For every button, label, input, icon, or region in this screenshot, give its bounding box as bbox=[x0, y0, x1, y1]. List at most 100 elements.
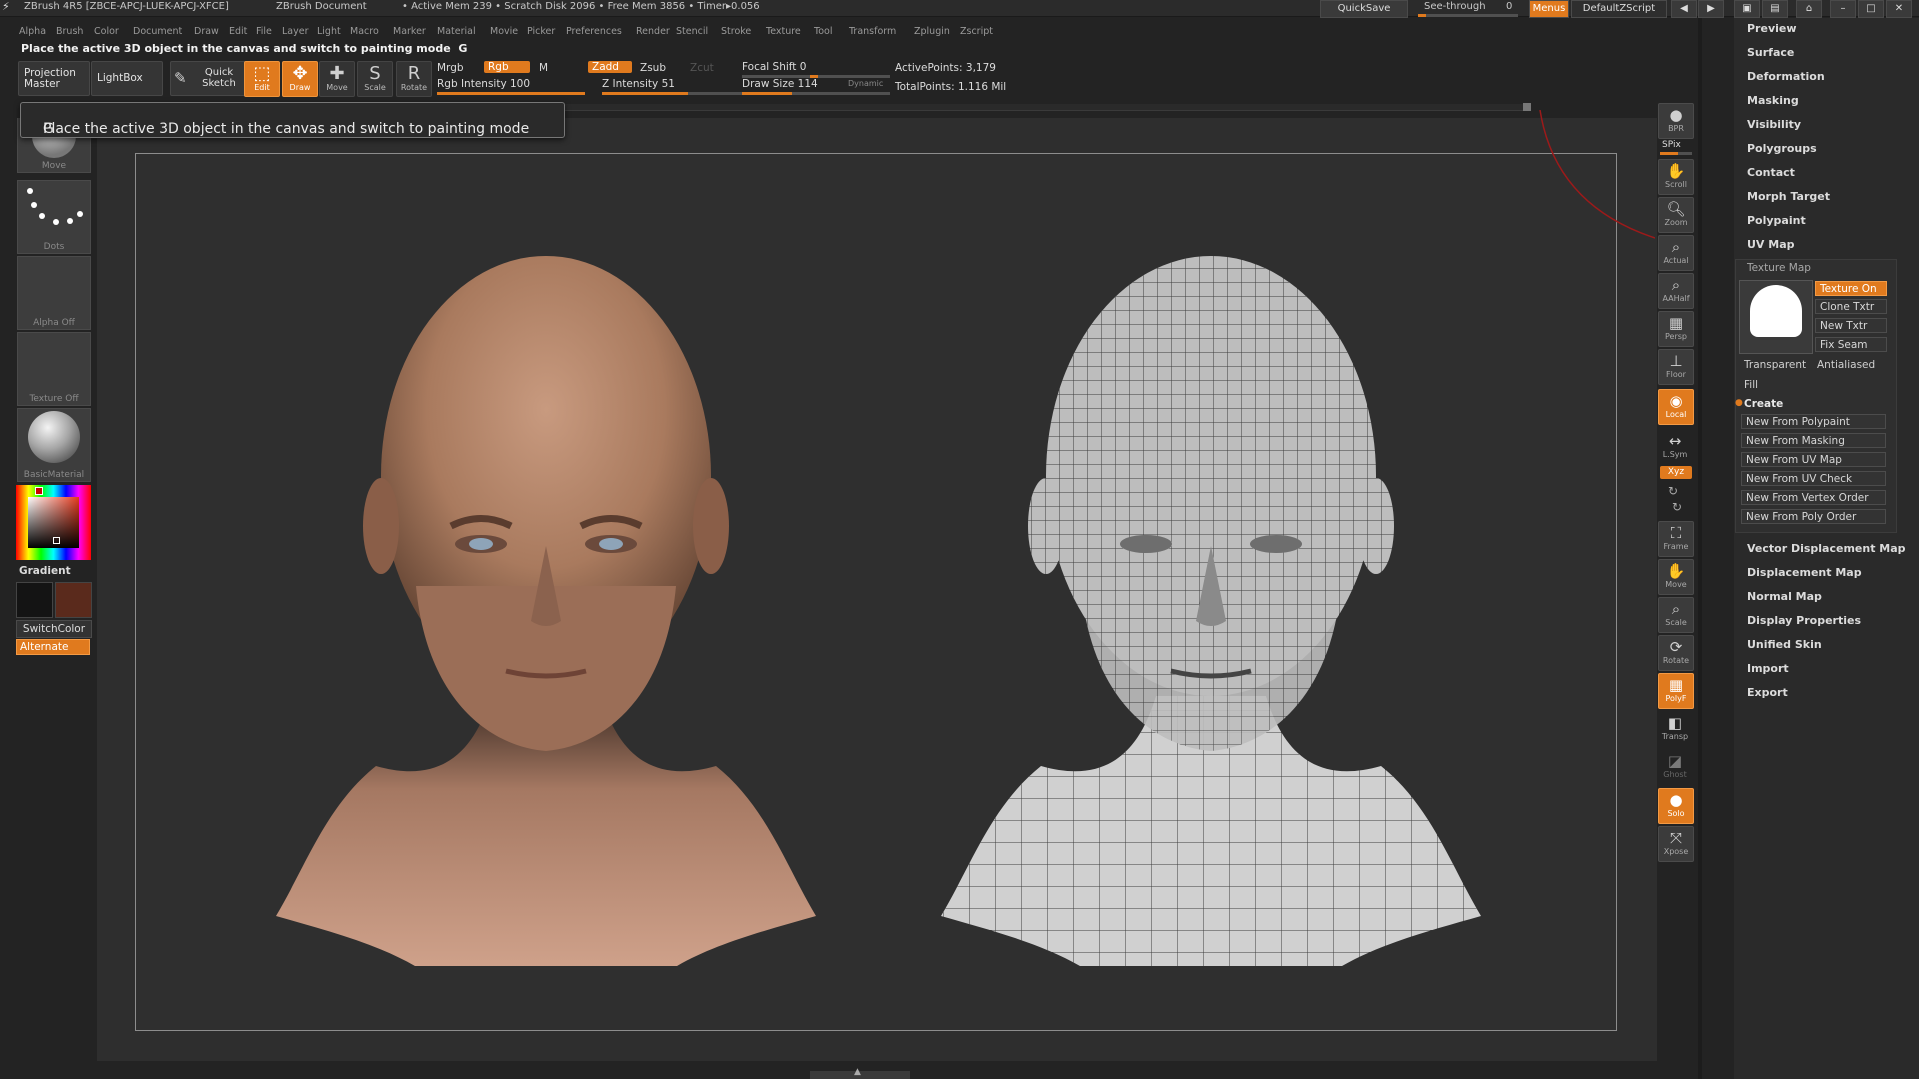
document-frame[interactable] bbox=[135, 153, 1617, 1031]
new-txtr-button[interactable]: New Txtr bbox=[1815, 318, 1887, 333]
texture-on-button[interactable]: Texture On bbox=[1815, 281, 1887, 296]
close-icon[interactable]: ✕ bbox=[1886, 0, 1912, 18]
zcut-toggle[interactable]: Zcut bbox=[690, 62, 714, 74]
scale-view-button[interactable]: ⌕ Scale bbox=[1658, 597, 1694, 633]
mrgb-toggle[interactable]: Mrgb bbox=[437, 62, 464, 74]
palette-surface[interactable]: Surface bbox=[1747, 46, 1794, 59]
zoom-button[interactable]: 🔍︎ Zoom bbox=[1658, 197, 1694, 233]
menus-toggle[interactable]: Menus bbox=[1529, 0, 1569, 18]
menu-movie[interactable]: Movie bbox=[490, 26, 518, 37]
local-symmetry-button[interactable]: ↔ L.Sym bbox=[1658, 430, 1692, 464]
palette-unified-skin[interactable]: Unified Skin bbox=[1747, 638, 1822, 651]
local-transform-button[interactable]: ◉ Local bbox=[1658, 389, 1694, 425]
palette-deformation[interactable]: Deformation bbox=[1747, 70, 1825, 83]
textured-head-model[interactable] bbox=[226, 226, 866, 966]
menu-material[interactable]: Material bbox=[437, 26, 476, 37]
ui-layout-icon[interactable]: ▤ bbox=[1762, 0, 1788, 18]
menu-zplugin[interactable]: Zplugin bbox=[914, 26, 950, 37]
rotate-y-icon[interactable]: ↻ bbox=[1668, 484, 1678, 498]
zbrush-logo-icon[interactable]: ⚡ bbox=[2, 0, 10, 13]
menu-tool[interactable]: Tool bbox=[814, 26, 832, 37]
quicksave-button[interactable]: QuickSave bbox=[1320, 0, 1408, 18]
collapse-right-icon[interactable]: ▶ bbox=[1698, 0, 1724, 18]
menu-draw[interactable]: Draw bbox=[194, 26, 219, 37]
default-zscript-button[interactable]: DefaultZScript bbox=[1571, 0, 1667, 18]
menu-preferences[interactable]: Preferences bbox=[566, 26, 622, 37]
menu-zscript[interactable]: Zscript bbox=[960, 26, 993, 37]
texture-map-header[interactable]: Texture Map bbox=[1747, 262, 1811, 274]
material-thumbnail[interactable]: BasicMaterial bbox=[17, 408, 91, 482]
aahalf-button[interactable]: ⌕ AAHalf bbox=[1658, 273, 1694, 309]
floor-button[interactable]: ⊥ Floor bbox=[1658, 349, 1694, 385]
stroke-thumbnail[interactable]: Dots bbox=[17, 180, 91, 254]
palette-vector-displacement-map[interactable]: Vector Displacement Map bbox=[1747, 542, 1906, 555]
z-intensity-slider[interactable]: Z Intensity 51 bbox=[602, 78, 750, 96]
move-view-button[interactable]: ✋ Move bbox=[1658, 559, 1694, 595]
dynamic-toggle[interactable]: Dynamic bbox=[848, 79, 883, 88]
new-from-vertex-order-button[interactable]: New From Vertex Order bbox=[1741, 490, 1886, 505]
palette-uv-map[interactable]: UV Map bbox=[1747, 238, 1795, 251]
menu-stencil[interactable]: Stencil bbox=[676, 26, 708, 37]
bottom-tray-handle[interactable]: ▲ bbox=[810, 1067, 910, 1079]
draw-size-slider[interactable]: Draw Size 114 Dynamic bbox=[742, 78, 890, 96]
transparency-button[interactable]: ◧ Transp bbox=[1658, 712, 1692, 746]
xyz-toggle[interactable]: Xyz bbox=[1660, 466, 1692, 479]
rgb-toggle[interactable]: Rgb bbox=[484, 61, 530, 73]
xpose-button[interactable]: ⤧ Xpose bbox=[1658, 826, 1694, 862]
palette-display-properties[interactable]: Display Properties bbox=[1747, 614, 1861, 627]
perspective-button[interactable]: ▦ Persp bbox=[1658, 311, 1694, 347]
switch-color-button[interactable]: SwitchColor bbox=[16, 620, 92, 638]
texture-thumbnail-slot[interactable] bbox=[1739, 280, 1813, 354]
quick-sketch-button[interactable]: ✎ Quick Sketch bbox=[170, 61, 246, 96]
fill-button[interactable]: Fill bbox=[1744, 379, 1758, 391]
menu-texture[interactable]: Texture bbox=[766, 26, 801, 37]
menu-marker[interactable]: Marker bbox=[393, 26, 426, 37]
bpr-render-button[interactable]: ● BPR bbox=[1658, 103, 1694, 139]
palette-displacement-map[interactable]: Displacement Map bbox=[1747, 566, 1862, 579]
spix-slider[interactable]: SPix bbox=[1660, 140, 1692, 155]
layout-icon[interactable]: ▣ bbox=[1734, 0, 1760, 18]
maximize-icon[interactable]: □ bbox=[1858, 0, 1884, 18]
hue-marker[interactable] bbox=[35, 487, 43, 495]
draw-mode-button[interactable]: ✥ Draw bbox=[282, 61, 318, 97]
new-from-uv-check-button[interactable]: New From UV Check bbox=[1741, 471, 1886, 486]
main-color-swatch[interactable] bbox=[16, 582, 53, 618]
fix-seam-button[interactable]: Fix Seam bbox=[1815, 337, 1887, 352]
new-from-polypaint-button[interactable]: New From Polypaint bbox=[1741, 414, 1886, 429]
antialiased-toggle[interactable]: Antialiased bbox=[1817, 359, 1875, 371]
rgb-intensity-slider[interactable]: Rgb Intensity 100 bbox=[437, 78, 585, 96]
menu-color[interactable]: Color bbox=[94, 26, 119, 37]
rotate-mode-button[interactable]: R Rotate bbox=[396, 61, 432, 97]
palette-polypaint[interactable]: Polypaint bbox=[1747, 214, 1806, 227]
menu-file[interactable]: File bbox=[256, 26, 272, 37]
create-subgroup-header[interactable]: Create bbox=[1744, 398, 1783, 410]
projection-master-button[interactable]: Projection Master bbox=[18, 61, 90, 96]
wireframe-head-model[interactable] bbox=[891, 226, 1531, 966]
scroll-handle-icon[interactable] bbox=[1523, 103, 1531, 111]
menu-stroke[interactable]: Stroke bbox=[721, 26, 751, 37]
menu-render[interactable]: Render bbox=[636, 26, 670, 37]
palette-contact[interactable]: Contact bbox=[1747, 166, 1795, 179]
palette-export[interactable]: Export bbox=[1747, 686, 1788, 699]
palette-morph-target[interactable]: Morph Target bbox=[1747, 190, 1830, 203]
ghost-button[interactable]: ◪ Ghost bbox=[1658, 750, 1692, 784]
menu-layer[interactable]: Layer bbox=[282, 26, 309, 37]
menu-transform[interactable]: Transform bbox=[849, 26, 896, 37]
rotate-view-button[interactable]: ⟳ Rotate bbox=[1658, 635, 1694, 671]
scale-mode-button[interactable]: S Scale bbox=[357, 61, 393, 97]
palette-visibility[interactable]: Visibility bbox=[1747, 118, 1801, 131]
focal-shift-slider[interactable]: Focal Shift 0 bbox=[742, 61, 890, 79]
new-from-uv-map-button[interactable]: New From UV Map bbox=[1741, 452, 1886, 467]
new-from-poly-order-button[interactable]: New From Poly Order bbox=[1741, 509, 1886, 524]
palette-normal-map[interactable]: Normal Map bbox=[1747, 590, 1822, 603]
gradient-label[interactable]: Gradient bbox=[19, 565, 71, 577]
color-marker[interactable] bbox=[53, 537, 60, 544]
minimize-icon[interactable]: – bbox=[1830, 0, 1856, 18]
texture-thumbnail[interactable]: Texture Off bbox=[17, 332, 91, 406]
menu-brush[interactable]: Brush bbox=[56, 26, 83, 37]
frame-button[interactable]: ⛶ Frame bbox=[1658, 521, 1694, 557]
edit-mode-button[interactable]: ⬚ Edit bbox=[244, 61, 280, 97]
rotate-z-icon[interactable]: ↻ bbox=[1672, 500, 1682, 514]
zsub-toggle[interactable]: Zsub bbox=[640, 62, 666, 74]
color-picker[interactable] bbox=[16, 485, 91, 560]
